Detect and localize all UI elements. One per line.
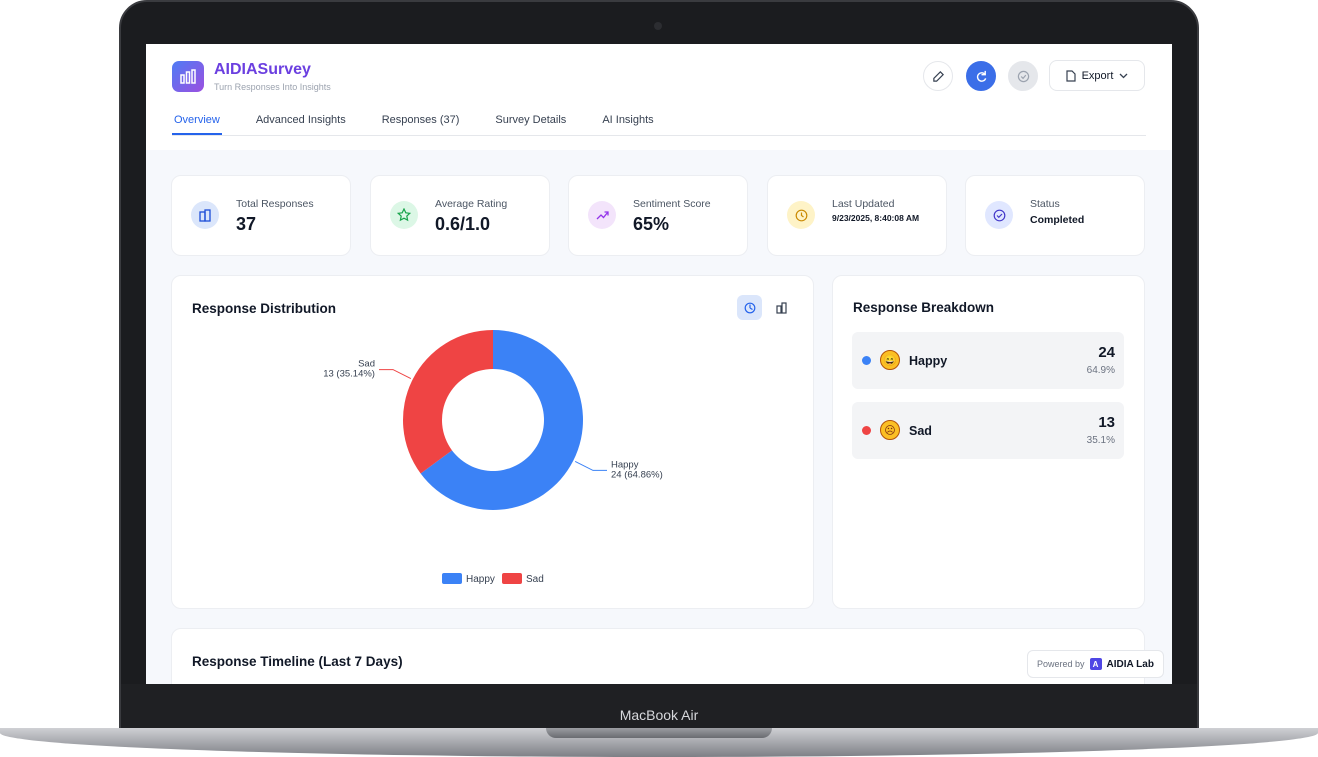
legend-swatch [442,573,462,584]
refresh-button[interactable] [966,61,996,91]
stat-value: 65% [633,214,670,234]
tab-overview[interactable]: Overview [172,114,222,135]
tab-bar: Overview Advanced Insights Responses (37… [172,114,1146,136]
file-icon [1065,69,1076,82]
stat-card-last-updated: Last Updated 9/23/2025, 8:40:08 AM [767,175,947,256]
legend-label: Happy [466,574,495,585]
trending-up-icon [588,201,616,229]
status-dot [862,426,871,435]
powered-by-badge[interactable]: Powered by A AIDIA Lab [1027,650,1164,678]
refresh-icon [976,70,986,82]
sad-face-icon: ☹ [880,420,900,440]
stat-label: Status [1030,198,1060,210]
tab-survey-details[interactable]: Survey Details [493,114,568,135]
stat-label: Average Rating [435,198,508,210]
tab-ai-insights[interactable]: AI Insights [600,114,655,135]
stat-card-total-responses: Total Responses 37 [171,175,351,256]
timeline-card: Response Timeline (Last 7 Days) [171,628,1145,684]
edit-button[interactable] [923,61,953,91]
status-dot [862,356,871,365]
donut-slice-sad[interactable] [403,330,493,474]
laptop-notch [546,728,772,738]
happy-face-icon: 😄 [880,350,900,370]
leader-line [378,369,412,380]
legend-label: Sad [526,574,544,585]
stat-value: 9/23/2025, 8:40:08 AM [832,213,920,223]
distribution-card: Response Distribution Happy 24 (64.86%) Sa… [171,275,814,609]
stat-label: Last Updated [832,198,895,210]
stat-card-average-rating: Average Rating 0.6/1.0 [370,175,550,256]
export-label: Export [1081,69,1114,82]
document-icon [191,201,219,229]
donut-chart: Happy24 (64.86%)Sad13 (35.14%)Happy Sad [323,330,663,585]
app-screen: AIDIASurvey Turn Responses Into Insights… [146,44,1172,684]
legend-swatch [502,573,522,584]
clock-icon [787,201,815,229]
tab-advanced-insights[interactable]: Advanced Insights [254,114,348,135]
breakdown-card: Response Breakdown 😄 Happy 24 64.9% ☹ Sa… [832,275,1145,609]
leader-line [574,460,608,471]
check-circle-icon [985,201,1013,229]
stat-label: Sentiment Score [633,198,711,210]
timeline-title: Response Timeline (Last 7 Days) [192,654,403,669]
slice-value-label: 24 (64.86%) [611,469,663,480]
breakdown-percent: 64.9% [1086,365,1115,376]
app-tagline: Turn Responses Into Insights [214,82,331,92]
camera-dot [654,22,662,30]
breakdown-label: Happy [909,354,948,368]
breakdown-label: Sad [909,424,932,438]
stat-value: 37 [236,214,257,234]
stat-value: 0.6/1.0 [435,214,491,234]
breakdown-row-sad: ☹ Sad 13 35.1% [852,402,1124,459]
star-icon [390,201,418,229]
app-header: AIDIASurvey Turn Responses Into Insights… [146,44,1172,150]
breakdown-percent: 35.1% [1086,435,1115,446]
complete-button[interactable] [1008,61,1038,91]
stat-label: Total Responses [236,198,314,210]
export-button[interactable]: Export [1049,60,1145,91]
bar-chart-icon [172,61,204,92]
slice-value-label: 13 (35.14%) [323,369,375,380]
breakdown-count: 13 [1098,414,1115,431]
tab-responses[interactable]: Responses (37) [380,114,462,135]
app-name: AIDIASurvey [214,61,311,78]
powered-prefix: Powered by [1037,659,1085,669]
chevron-down-icon [1119,73,1128,78]
stat-card-sentiment-score: Sentiment Score 65% [568,175,748,256]
edit-icon [932,70,944,82]
check-circle-icon [1017,70,1029,82]
breakdown-count: 24 [1098,344,1115,361]
powered-brand: AIDIA Lab [1106,658,1154,670]
breakdown-title: Response Breakdown [853,300,995,315]
device-label: MacBook Air [619,707,699,723]
breakdown-row-happy: 😄 Happy 24 64.9% [852,332,1124,389]
aidia-logo-icon: A [1089,658,1102,670]
stat-card-status: Status Completed [965,175,1145,256]
stat-value: Completed [1030,214,1085,226]
